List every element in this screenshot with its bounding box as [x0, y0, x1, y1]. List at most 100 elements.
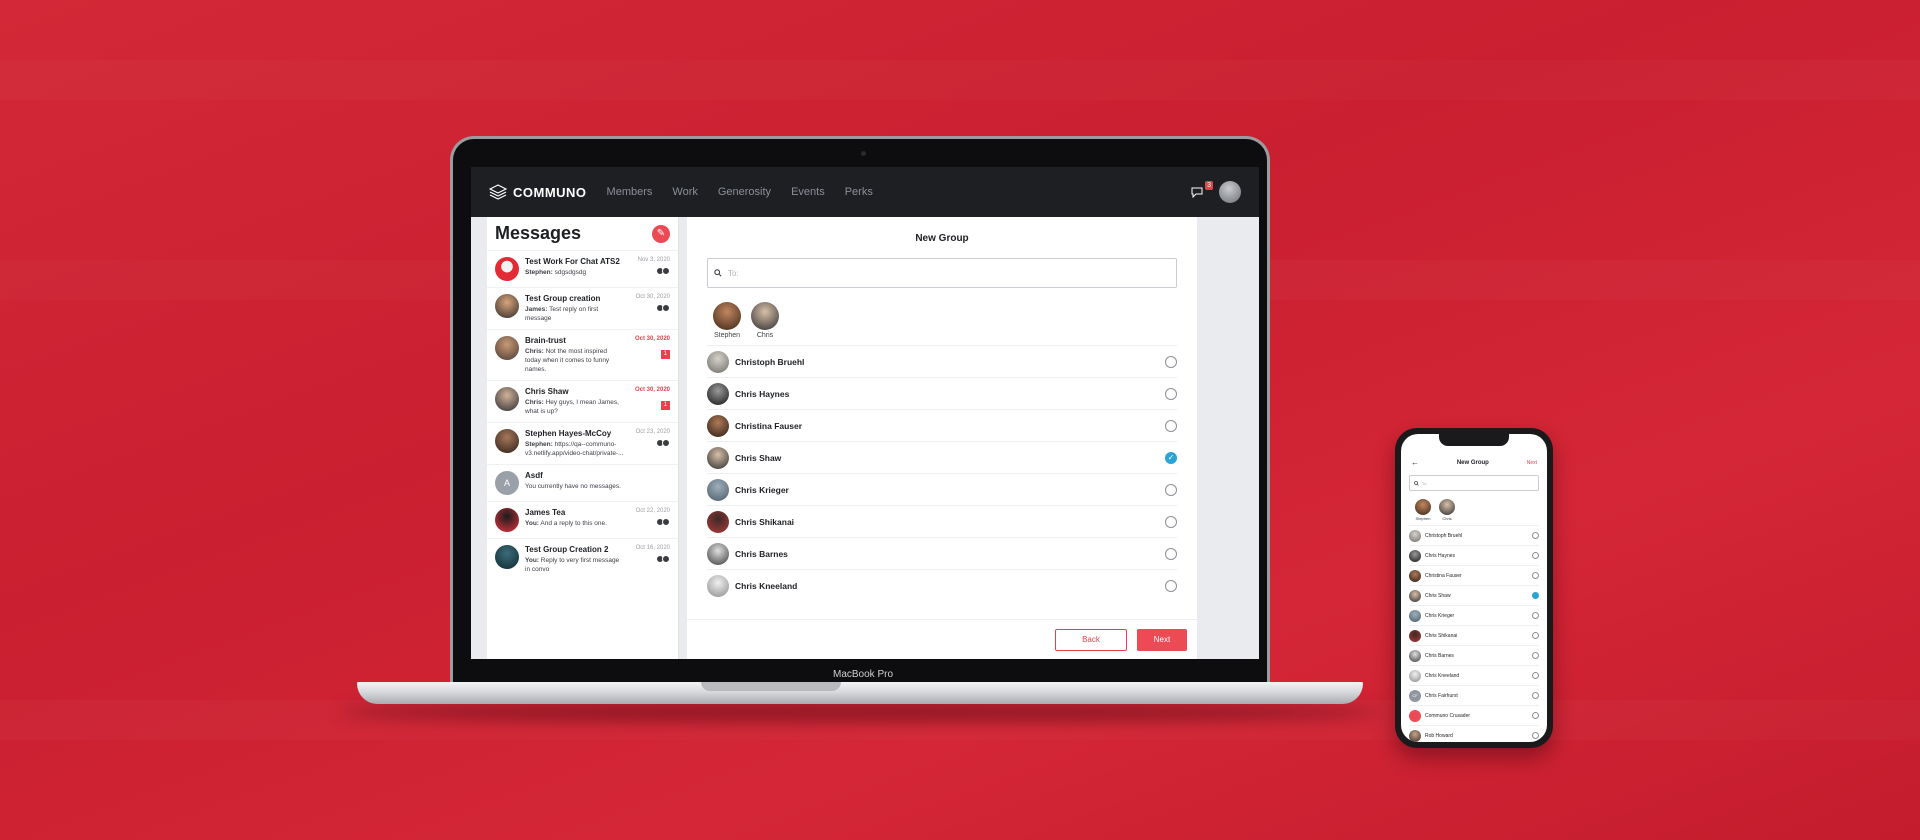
- person-row[interactable]: Christoph Bruehl: [707, 345, 1177, 377]
- radio-icon[interactable]: [1532, 672, 1539, 679]
- conversation-item[interactable]: Chris Shaw Chris: Hey guys, I mean James…: [487, 380, 678, 422]
- compose-button[interactable]: ✎: [652, 224, 670, 243]
- nav-events[interactable]: Events: [791, 186, 825, 198]
- person-name: Chris Haynes: [735, 388, 790, 399]
- avatar: [495, 257, 519, 281]
- conversation-item[interactable]: A Asdf You currently have no messages.: [487, 464, 678, 501]
- person-row[interactable]: Christina Fauser: [1409, 565, 1539, 585]
- avatar: [1409, 569, 1421, 582]
- person-row[interactable]: Communo Crusader: [1409, 705, 1539, 725]
- radio-icon[interactable]: [1165, 355, 1177, 368]
- person-name: Chris Shikanai: [735, 516, 795, 527]
- person-row[interactable]: Chris Shikanai: [1409, 625, 1539, 645]
- conversation-date: Oct 30, 2020: [634, 387, 670, 393]
- radio-icon[interactable]: [1532, 712, 1539, 719]
- avatar: [1409, 709, 1421, 722]
- back-arrow-icon[interactable]: ←: [1411, 458, 1419, 467]
- laptop-lid: COMMUNO Members Work Generosity Events P…: [450, 136, 1270, 689]
- nav-generosity[interactable]: Generosity: [718, 186, 771, 198]
- person-row[interactable]: Chris Haynes: [707, 377, 1177, 409]
- communo-logo[interactable]: COMMUNO: [489, 184, 587, 200]
- radio-icon[interactable]: [1532, 732, 1539, 739]
- participant-avatars: [630, 267, 670, 275]
- communo-logo-icon: [489, 184, 507, 200]
- nav-work[interactable]: Work: [672, 186, 697, 198]
- radio-icon[interactable]: [1165, 387, 1177, 400]
- conversation-item[interactable]: Brain-trust Chris: Not the most inspired…: [487, 329, 678, 380]
- selected-chip[interactable]: Chris: [1439, 499, 1455, 521]
- person-row[interactable]: Chris Krieger: [1409, 605, 1539, 625]
- notification-badge: 3: [1205, 181, 1213, 190]
- radio-icon[interactable]: [1532, 632, 1539, 639]
- nav-members[interactable]: Members: [607, 186, 653, 198]
- conversation-date: Nov 3, 2020: [637, 257, 670, 263]
- brand-name: COMMUNO: [513, 184, 587, 200]
- radio-icon[interactable]: [1165, 515, 1177, 528]
- conversation-date: Oct 22, 2020: [635, 508, 670, 514]
- selected-chip[interactable]: Chris: [751, 302, 779, 339]
- person-row[interactable]: CF Chris Fairhurst: [1409, 685, 1539, 705]
- avatar: [1439, 499, 1455, 515]
- person-row[interactable]: Chris Shikanai: [707, 505, 1177, 537]
- conversation-preview: You currently have no messages.: [525, 482, 624, 491]
- avatar: [707, 382, 729, 405]
- checked-radio-icon[interactable]: [1532, 592, 1539, 599]
- conversation-title: Stephen Hayes-McCoy: [525, 429, 612, 438]
- person-row[interactable]: Chris Barnes: [707, 537, 1177, 569]
- selected-chip[interactable]: Stephen: [713, 302, 741, 339]
- person-row[interactable]: Chris Shaw ✓: [707, 441, 1177, 473]
- laptop-mockup: COMMUNO Members Work Generosity Events P…: [340, 136, 1380, 722]
- main-nav: Members Work Generosity Events Perks: [607, 186, 873, 198]
- phone-title: New Group: [1456, 459, 1489, 466]
- app-header: COMMUNO Members Work Generosity Events P…: [471, 167, 1259, 217]
- checked-radio-icon[interactable]: ✓: [1165, 451, 1177, 464]
- person-name: Chris Shikanai: [1425, 632, 1458, 639]
- radio-icon[interactable]: [1165, 483, 1177, 496]
- avatar: [495, 508, 519, 532]
- conversation-item[interactable]: Test Group Creation 2 You: Reply to very…: [487, 538, 678, 580]
- person-row[interactable]: Chris Krieger: [707, 473, 1177, 505]
- person-row[interactable]: Chris Haynes: [1409, 545, 1539, 565]
- person-name: Christina Fauser: [735, 420, 803, 431]
- person-row[interactable]: Chris Shaw: [1409, 585, 1539, 605]
- conversation-date: Oct 16, 2020: [635, 545, 670, 551]
- person-name: Chris Shaw: [735, 452, 782, 463]
- conversation-item[interactable]: Stephen Hayes-McCoy Stephen: https://qa-…: [487, 422, 678, 464]
- person-row[interactable]: Rob Howard: [1409, 725, 1539, 742]
- user-avatar[interactable]: [1219, 181, 1241, 203]
- radio-icon[interactable]: [1532, 692, 1539, 699]
- person-name: Chris Barnes: [1425, 652, 1454, 659]
- person-row[interactable]: Christina Fauser: [707, 409, 1177, 441]
- radio-icon[interactable]: [1165, 579, 1177, 592]
- avatar: [1409, 549, 1421, 562]
- radio-icon[interactable]: [1532, 572, 1539, 579]
- radio-icon[interactable]: [1532, 552, 1539, 559]
- phone-next-button[interactable]: Next: [1527, 460, 1537, 466]
- to-search-input[interactable]: To:: [707, 258, 1177, 288]
- person-row[interactable]: Chris Kneeland: [707, 569, 1177, 601]
- person-row[interactable]: Christoph Bruehl: [1409, 525, 1539, 545]
- back-button[interactable]: Back: [1055, 628, 1127, 651]
- messages-icon[interactable]: 3: [1191, 181, 1213, 199]
- radio-icon[interactable]: [1532, 652, 1539, 659]
- nav-perks[interactable]: Perks: [845, 186, 873, 198]
- person-row[interactable]: Chris Kneeland: [1409, 665, 1539, 685]
- next-button[interactable]: Next: [1137, 628, 1187, 651]
- avatar: [1415, 499, 1431, 515]
- radio-icon[interactable]: [1532, 532, 1539, 539]
- phone-to-input[interactable]: To:: [1409, 475, 1539, 491]
- conversation-item[interactable]: Test Work For Chat ATS2 Stephen: sdgsdgs…: [487, 250, 678, 287]
- avatar: A: [495, 471, 519, 495]
- avatar: [1409, 729, 1421, 742]
- selected-chip[interactable]: Stephen: [1415, 499, 1431, 521]
- radio-icon[interactable]: [1165, 547, 1177, 560]
- preview-sender: Stephen:: [525, 441, 553, 448]
- avatar: [495, 545, 519, 569]
- person-row[interactable]: Chris Barnes: [1409, 645, 1539, 665]
- conversation-item[interactable]: James Tea You: And a reply to this one. …: [487, 501, 678, 538]
- conversation-preview: James: Test reply on first message: [525, 305, 624, 323]
- search-icon: [714, 269, 722, 277]
- radio-icon[interactable]: [1165, 419, 1177, 432]
- radio-icon[interactable]: [1532, 612, 1539, 619]
- conversation-item[interactable]: Test Group creation James: Test reply on…: [487, 287, 678, 329]
